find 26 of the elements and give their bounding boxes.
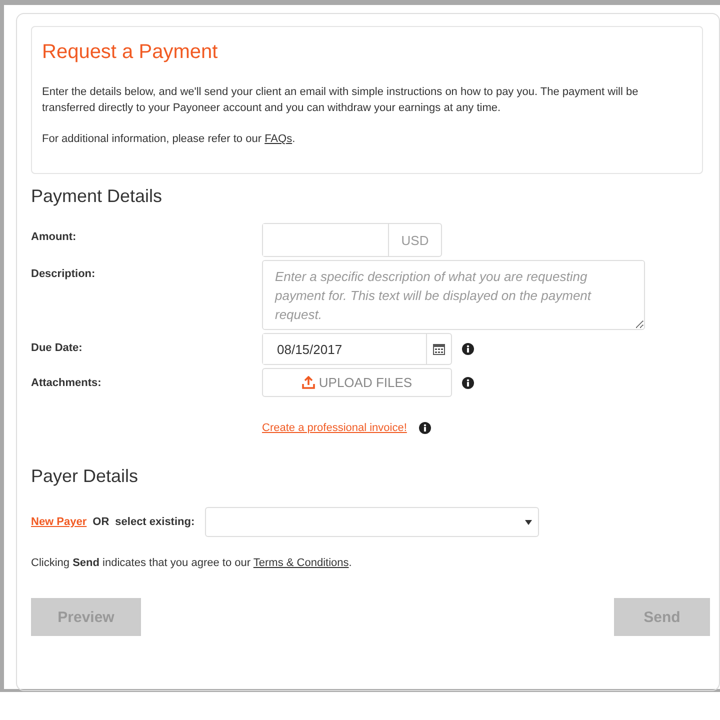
faq-link[interactable]: FAQs: [264, 133, 292, 145]
select-label: select existing:: [115, 516, 195, 528]
field-label: Attachments:: [31, 376, 102, 389]
upload-icon: [302, 376, 315, 389]
upload-button[interactable]: UPLOAD FILES: [262, 368, 452, 397]
currency-label: USD: [400, 232, 430, 250]
or-label: OR: [92, 516, 110, 528]
caret-icon: [524, 520, 532, 524]
terms-text: Clicking Send indicates that you agree to our Terms & Conditions.: [31, 557, 353, 569]
field-label: Amount:: [31, 230, 78, 243]
section-heading: Payer Details: [31, 466, 140, 487]
amount-field[interactable]: USD: [262, 223, 442, 257]
terms-link[interactable]: Terms & Conditions: [253, 557, 349, 569]
field-label: Description:: [31, 267, 96, 280]
info-icon[interactable]: [462, 343, 474, 355]
section-heading: Payment Details: [31, 186, 164, 207]
new-payer-link[interactable]: New Payer: [31, 516, 87, 528]
field-label: Due Date:: [31, 341, 84, 354]
faq-text: For additional information, please refer to our FAQs.: [42, 132, 296, 147]
intro-text: Enter the details below, and we'll send your client an email with simple instructions on how to pay you. The payment will be transferred directly to your Payoneer account and you can withdraw your earnings at any time.: [42, 85, 640, 116]
page-title: Request a Payment: [42, 41, 219, 64]
info-icon[interactable]: [418, 422, 431, 434]
description-field[interactable]: Enter a specific description of what you are requesting payment for. This text will be displayed on the payment request.: [262, 260, 645, 330]
date-field[interactable]: 08/15/2017: [262, 333, 452, 365]
invoice-link[interactable]: Create a professional invoice!: [262, 422, 407, 434]
info-icon[interactable]: [462, 376, 474, 388]
